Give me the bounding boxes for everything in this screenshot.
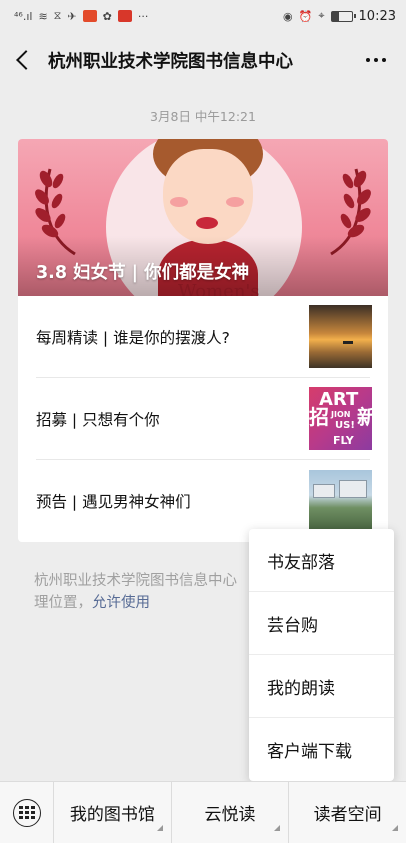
signal-icon: ⁴⁶.ıl bbox=[14, 9, 33, 23]
submenu-item-shop[interactable]: 芸台购 bbox=[249, 592, 394, 655]
eye-icon: ◉ bbox=[283, 9, 293, 23]
location-icon: ⌖ bbox=[318, 9, 325, 22]
cover-article[interactable]: Women's 3.8 妇女节 | 你们都是女神 bbox=[18, 139, 388, 296]
location-notice: 杭州职业技术学院图书信息中心 理位置，允许使用 bbox=[34, 570, 254, 614]
menu-tab-label: 读者空间 bbox=[313, 805, 382, 825]
illustration-lips bbox=[196, 217, 218, 229]
campus-thumbnail bbox=[309, 469, 372, 533]
submenu-item-book-club[interactable]: 书友部落 bbox=[249, 529, 394, 592]
alarm-icon: ⏰ bbox=[298, 9, 313, 23]
battery-icon bbox=[330, 10, 356, 22]
poster-text: JION bbox=[331, 410, 351, 419]
article-title: 预告 | 遇见男神女神们 bbox=[36, 493, 191, 511]
more-options-icon[interactable] bbox=[360, 52, 392, 68]
cover-title: 3.8 妇女节 | 你们都是女神 bbox=[36, 263, 250, 283]
article-item[interactable]: 每周精读 | 谁是你的摆渡人? bbox=[36, 296, 372, 378]
article-title: 招募 | 只想有个你 bbox=[36, 410, 160, 429]
submenu-corner-icon bbox=[156, 825, 163, 831]
news-badge-icon bbox=[117, 10, 132, 22]
poster-text: 新 bbox=[357, 405, 372, 429]
keyboard-icon bbox=[12, 798, 41, 827]
poster-text: 招 bbox=[309, 405, 329, 429]
menu-tab-cloud-reading[interactable]: 云悦读 bbox=[172, 782, 290, 843]
article-item[interactable]: 招募 | 只想有个你 ART JION US! FLY 招 新 bbox=[36, 378, 372, 460]
allow-location-link[interactable]: 允许使用 bbox=[92, 595, 150, 611]
status-left-icons: ⁴⁶.ıl ≋ ⧖ ✈ ✿ ··· bbox=[14, 9, 148, 23]
submenu-item-client-download[interactable]: 客户端下载 bbox=[249, 718, 394, 781]
sunset-sea-thumbnail bbox=[309, 305, 372, 368]
wifi-icon: ≋ bbox=[38, 9, 48, 23]
submenu-corner-icon bbox=[274, 825, 281, 831]
nav-bar: 杭州职业技术学院图书信息中心 bbox=[0, 32, 406, 88]
notice-text-2: 理位置， bbox=[34, 595, 92, 611]
app-badge-icon bbox=[82, 10, 97, 22]
message-timestamp: 3月8日 中午12:21 bbox=[150, 109, 256, 124]
menu-tab-label: 我的图书馆 bbox=[69, 805, 155, 825]
status-time: 10:23 bbox=[358, 8, 396, 24]
building-shape bbox=[313, 483, 335, 498]
article-title: 每周精读 | 谁是你的摆渡人? bbox=[36, 328, 230, 347]
status-right-icons: ◉ ⏰ ⌖ 10:23 bbox=[283, 9, 396, 24]
submenu-item-my-reading[interactable]: 我的朗读 bbox=[249, 655, 394, 718]
article-card: Women's 3.8 妇女节 | 你们都是女神 每周精读 | 谁是你的摆渡人?… bbox=[18, 139, 388, 542]
building-shape bbox=[339, 479, 367, 498]
boat-icon bbox=[343, 341, 353, 344]
art-poster-thumbnail: ART JION US! FLY 招 新 bbox=[309, 387, 372, 450]
submenu-corner-icon bbox=[392, 825, 399, 831]
menu-tab-my-library[interactable]: 我的图书馆 bbox=[54, 782, 172, 843]
notice-text: 杭州职业技术学院图书信息中心 bbox=[34, 573, 237, 589]
more-notifications-icon: ··· bbox=[137, 9, 149, 23]
menu-tab-reader-space[interactable]: 读者空间 bbox=[289, 782, 406, 843]
bottom-menu-bar: 我的图书馆 云悦读 读者空间 bbox=[0, 781, 406, 843]
illustration-cheek bbox=[226, 197, 244, 207]
battery-fill bbox=[331, 11, 339, 21]
plane-icon: ✈ bbox=[67, 9, 77, 23]
poster-text: FLY bbox=[333, 434, 354, 447]
poster-text: US! bbox=[335, 420, 355, 431]
wechat-icon: ✿ bbox=[102, 9, 112, 23]
illustration-cheek bbox=[170, 197, 188, 207]
keyboard-toggle-button[interactable] bbox=[0, 782, 54, 843]
submenu-popup: 书友部落 芸台购 我的朗读 客户端下载 bbox=[249, 529, 394, 781]
back-arrow-icon[interactable] bbox=[14, 50, 34, 70]
page-title: 杭州职业技术学院图书信息中心 bbox=[48, 51, 293, 72]
hourglass-icon: ⧖ bbox=[53, 9, 62, 22]
status-bar: ⁴⁶.ıl ≋ ⧖ ✈ ✿ ··· ◉ ⏰ ⌖ 10:23 bbox=[0, 0, 406, 32]
menu-tab-label: 云悦读 bbox=[204, 805, 256, 825]
